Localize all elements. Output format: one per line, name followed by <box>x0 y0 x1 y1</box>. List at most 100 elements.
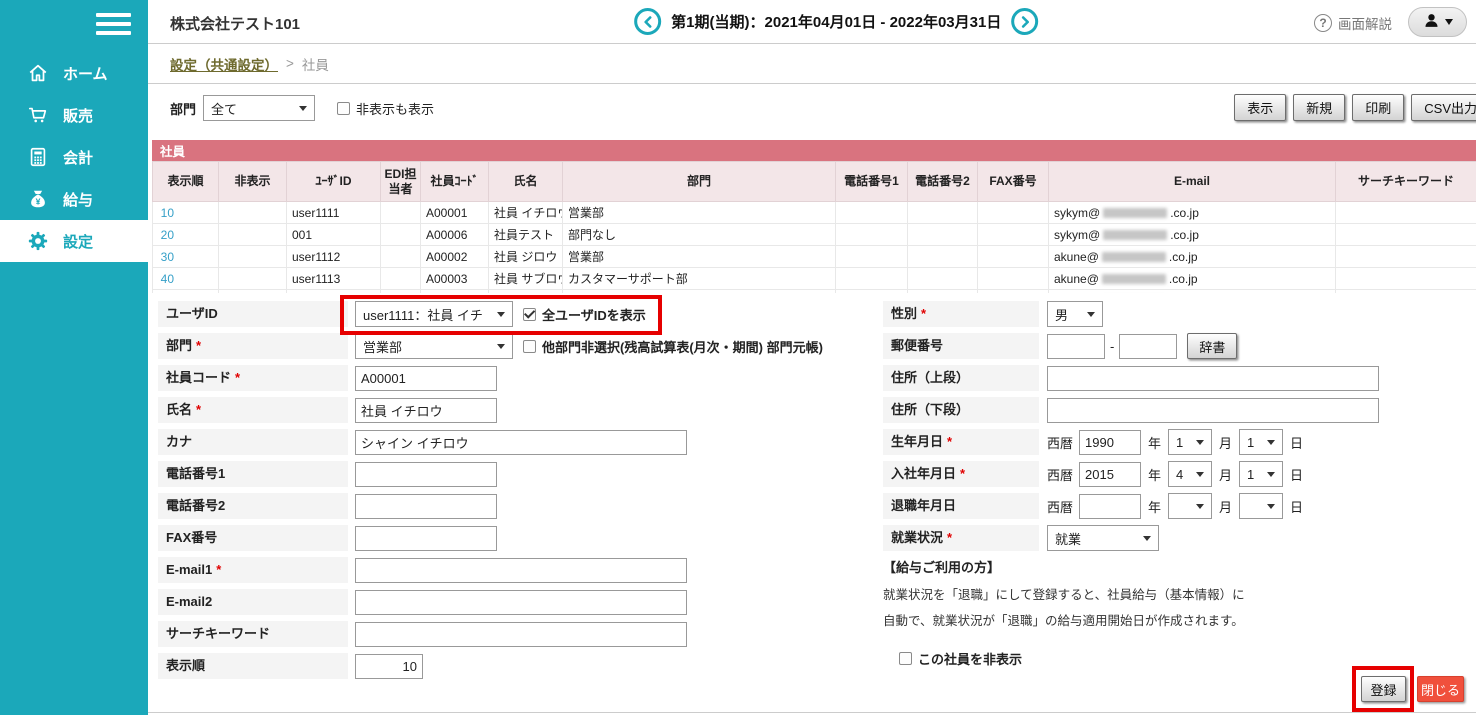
search-keyword-input[interactable] <box>355 621 687 647</box>
addr2-input[interactable] <box>1047 397 1379 423</box>
email2-input[interactable] <box>355 589 687 615</box>
table-row[interactable]: 30 user1112 A00002 社員 ジロウ 営業部 akune@ .co.… <box>152 245 1476 268</box>
screen-help-button[interactable]: ? 画面解説 <box>1314 13 1392 33</box>
col-header: E-mail <box>1048 161 1336 202</box>
order-link[interactable]: 40 <box>161 272 174 286</box>
col-header: 氏名 <box>488 161 563 202</box>
hamburger-menu-icon[interactable] <box>96 13 131 40</box>
dept-filter-label: 部門 <box>170 101 197 117</box>
cell-user-id: user1113 <box>286 267 381 290</box>
email2-label: E-mail2 <box>158 589 348 615</box>
question-icon: ? <box>1314 14 1332 32</box>
show-button[interactable]: 表示 <box>1234 94 1287 121</box>
zip-input-2[interactable] <box>1119 333 1178 359</box>
redacted-text <box>1103 208 1168 219</box>
join-day-select[interactable]: 1 <box>1239 461 1284 487</box>
col-header: 電話番号1 <box>835 161 908 202</box>
close-button[interactable]: 閉じる <box>1417 676 1464 702</box>
user-id-label: ユーザID <box>158 301 348 327</box>
cell-dept: 部門なし <box>562 223 836 246</box>
retire-month-select[interactable] <box>1168 493 1213 519</box>
breadcrumb-parent-link[interactable]: 設定（共通設定） <box>170 54 278 74</box>
cell-code: A00003 <box>420 267 489 290</box>
employee-table: 表示順 非表示 ﾕｰｻﾞID EDI担当者 社員ｺｰﾄﾞ 氏名 部門 電話番号1… <box>152 161 1476 293</box>
caret-down-icon <box>1267 503 1276 509</box>
join-month-select[interactable]: 4 <box>1168 461 1213 487</box>
disp-order-label: 表示順 <box>158 653 348 679</box>
breadcrumb: 設定（共通設定） > 社員 <box>148 44 1476 84</box>
user-icon <box>1423 12 1440 32</box>
show-hidden-label: 非表示も表示 <box>356 101 435 117</box>
employment-status-value: 就業 <box>1055 531 1082 547</box>
order-link[interactable]: 20 <box>161 228 174 242</box>
sidebar-item-label: 会計 <box>63 149 94 167</box>
birth-year-input[interactable] <box>1079 429 1142 455</box>
emp-code-input[interactable] <box>355 365 497 391</box>
cell-email: sykym@ .co.jp <box>1048 201 1336 224</box>
fax-input[interactable] <box>355 525 497 551</box>
zip-dictionary-button[interactable]: 辞書 <box>1187 333 1238 359</box>
dept-filter-value: 全て <box>211 101 238 117</box>
new-button[interactable]: 新規 <box>1293 94 1346 121</box>
dept-value: 営業部 <box>363 339 403 355</box>
birth-date-label: 生年月日 * <box>883 429 1039 455</box>
addr2-label: 住所（下段） <box>883 397 1039 423</box>
table-row[interactable]: 40 user1113 A00003 社員 サブロウ カスタマーサポート部 ak… <box>152 267 1476 290</box>
company-name: 株式会社テスト101 <box>170 16 301 33</box>
other-dept-checkbox[interactable] <box>523 339 536 353</box>
sidebar-item-payroll[interactable]: ¥ 給与 <box>0 178 148 220</box>
show-hidden-checkbox[interactable] <box>337 101 351 115</box>
cell-email: akune@.co.jp <box>1048 267 1336 290</box>
kana-label: カナ <box>158 429 348 455</box>
table-row[interactable]: 10 user1111 A00001 社員 イチロウ 営業部 sykym@ .co… <box>152 201 1476 224</box>
print-button[interactable]: 印刷 <box>1352 94 1405 121</box>
birth-month-select[interactable]: 1 <box>1168 429 1213 455</box>
hide-employee-checkbox[interactable] <box>899 652 912 665</box>
retire-year-input[interactable] <box>1079 493 1142 519</box>
kana-input[interactable] <box>355 429 687 455</box>
order-link[interactable]: 30 <box>161 250 174 264</box>
filter-bar: 部門 全て 非表示も表示 表示 新規 印刷 CSV出力 <box>148 84 1476 132</box>
caret-down-icon <box>1267 439 1276 445</box>
dept-select[interactable]: 営業部 <box>355 333 513 359</box>
caret-down-icon <box>1087 311 1095 317</box>
cell-email: akune@.co.jp <box>1048 245 1336 268</box>
hide-employee-label: この社員を非表示 <box>918 652 1023 667</box>
table-header-row: 表示順 非表示 ﾕｰｻﾞID EDI担当者 社員ｺｰﾄﾞ 氏名 部門 電話番号1… <box>152 161 1476 202</box>
sidebar-item-sales[interactable]: 販売 <box>0 94 148 136</box>
sidebar-item-accounting[interactable]: 会計 <box>0 136 148 178</box>
caret-down-icon <box>1196 503 1205 509</box>
show-all-user-ids-checkbox[interactable] <box>523 307 536 321</box>
user-menu-button[interactable] <box>1408 7 1467 37</box>
employment-status-select[interactable]: 就業 <box>1047 525 1159 551</box>
next-period-button[interactable] <box>1011 8 1039 35</box>
email1-input[interactable] <box>355 557 687 583</box>
tel2-input[interactable] <box>355 493 497 519</box>
csv-export-button[interactable]: CSV出力 <box>1411 94 1476 121</box>
gender-select[interactable]: 男 <box>1047 301 1103 327</box>
addr1-input[interactable] <box>1047 365 1379 391</box>
tel1-input[interactable] <box>355 461 497 487</box>
home-icon <box>26 62 50 84</box>
table-row[interactable]: 20 001 A00006 社員テスト 部門なし sykym@ .co.jp <box>152 223 1476 246</box>
prev-period-button[interactable] <box>634 8 662 35</box>
col-header: 非表示 <box>218 161 287 202</box>
employee-edit-form: ユーザID user1111：社員 イチ 全ユーザIDを表示 部門 * 営業部 他… <box>148 293 1476 713</box>
birth-day-select[interactable]: 1 <box>1239 429 1284 455</box>
dept-filter-select[interactable]: 全て <box>203 95 316 121</box>
name-input[interactable] <box>355 397 497 423</box>
join-year-input[interactable] <box>1079 461 1142 487</box>
zip-input-1[interactable] <box>1047 333 1105 359</box>
sidebar-item-settings[interactable]: 設定 <box>0 220 148 262</box>
gender-label: 性別 * <box>883 301 1039 327</box>
sidebar-item-home[interactable]: ホーム <box>0 52 148 94</box>
cell-name: 社員 イチロウ <box>488 201 563 224</box>
order-link[interactable]: 10 <box>161 206 174 220</box>
register-button[interactable]: 登録 <box>1361 676 1406 702</box>
disp-order-input[interactable] <box>355 653 423 679</box>
cell-user-id: user1112 <box>286 245 381 268</box>
col-header: 表示順 <box>152 161 219 202</box>
retire-day-select[interactable] <box>1239 493 1284 519</box>
user-id-select[interactable]: user1111：社員 イチ <box>355 301 513 327</box>
tel2-label: 電話番号2 <box>158 493 348 519</box>
